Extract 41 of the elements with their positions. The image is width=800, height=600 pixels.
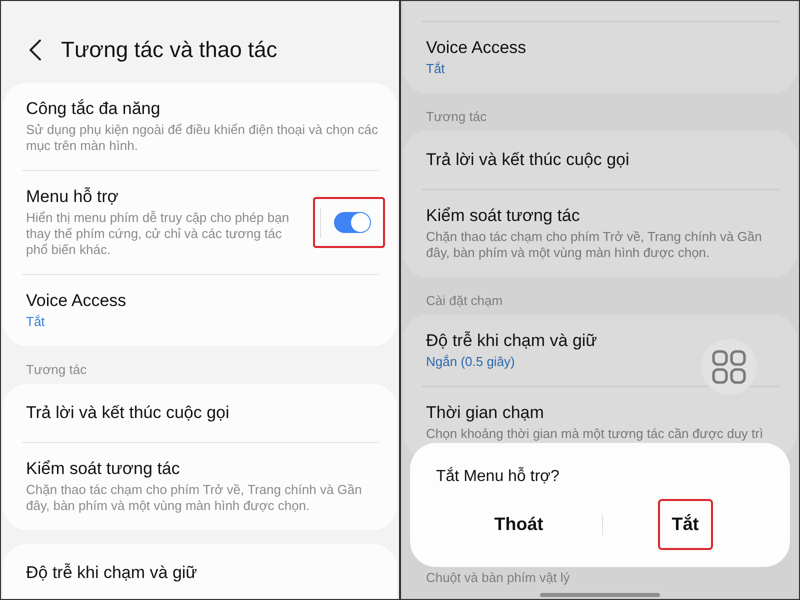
setting-title: Thời gian chạm	[426, 403, 545, 423]
setting-summary: Chọn khoảng thời gian mà một tương tác cần được duy trì	[426, 426, 764, 442]
setting-value: Tắt	[26, 314, 46, 330]
settings-row[interactable]: Công tắc đa năng Sử dụng phụ kiện ngoài để điều khiển điện thoại và chọn các mục trên màn hình.	[22, 83, 379, 170]
dialog-button[interactable]: Thoát	[480, 499, 558, 550]
toggle-switch[interactable]	[334, 212, 371, 233]
settings-row[interactable]: Độ trễ khi chạm và giữ	[22, 544, 379, 599]
setting-summary: Chặn thao tác chạm cho phím Trở về, Trang chính và Gần đây, bàn phím và một vùng màn hình được chọn.	[26, 482, 363, 514]
settings-row[interactable]: Kiểm soát tương tác Chặn thao tác chạm cho phím Trở về, Trang chính và Gần đây, bàn phím và một vùng màn hình được chọn.	[22, 442, 379, 530]
setting-title: Menu hỗ trợ	[26, 187, 120, 207]
setting-summary: Sử dụng phụ kiện ngoài để điều khiển điện thoại và chọn các mục trên màn hình.	[26, 122, 379, 154]
setting-title: Kiểm soát tương tác	[26, 459, 181, 479]
setting-value: Ngắn (0.5 giây)	[426, 354, 516, 370]
screen-title: Tương tác và thao tác	[61, 36, 278, 64]
setting-title: Voice Access	[26, 291, 128, 311]
setting-title: Voice Access	[426, 38, 528, 58]
setting-summary: Hiển thị menu phím dễ truy cập cho phép bạn thay thế phím cứng, cử chỉ và các tương tác phổ biến khác.	[26, 210, 290, 258]
setting-title: Trả lời và kết thúc cuộc gọi	[426, 150, 630, 170]
setting-title: Độ trễ khi chạm và giữ	[426, 331, 598, 351]
settings-row[interactable]: Menu hỗ trợ Hiển thị menu phím dễ truy cập cho phép bạn thay thế phím cứng, cử chỉ và các tương tác phổ biến khác.	[22, 170, 379, 274]
four-squares-icon	[712, 350, 746, 384]
setting-value: Tắt	[426, 61, 446, 77]
section-label: Cài đặt chạm	[426, 293, 503, 309]
dialog-button[interactable]: Tắt	[658, 499, 713, 550]
settings-row[interactable]: Trả lời và kết thúc cuộc gọi	[22, 384, 379, 442]
setting-title: Độ trễ khi chạm và giữ	[26, 563, 198, 583]
settings-row[interactable]: Voice Access Tắt	[22, 274, 379, 346]
back-button[interactable]	[28, 39, 42, 61]
settings-row[interactable]: Voice Access Tắt	[422, 21, 779, 93]
dialog-title: Tắt Menu hỗ trợ?	[436, 467, 560, 487]
setting-title: Kiểm soát tương tác	[426, 206, 581, 226]
section-label: Tương tác	[426, 109, 487, 125]
setting-summary: Chặn thao tác chạm cho phím Trở về, Trang chính và Gần đây, bàn phím và một vùng màn hình được chọn.	[426, 229, 763, 261]
settings-row[interactable]: Trả lời và kết thúc cuộc gọi	[422, 131, 779, 189]
section-label: Tương tác	[26, 362, 87, 378]
section-label: Chuột và bàn phím vật lý	[426, 569, 570, 586]
settings-row[interactable]: Kiểm soát tương tác Chặn thao tác chạm cho phím Trở về, Trang chính và Gần đây, bàn phím và một vùng màn hình được chọn.	[422, 189, 779, 277]
setting-title: Công tắc đa năng	[26, 99, 162, 119]
back-icon	[28, 39, 42, 61]
settings-row[interactable]: Độ trễ khi chạm và giữ Ngắn (0.5 giây)	[422, 315, 779, 386]
setting-title: Trả lời và kết thúc cuộc gọi	[26, 403, 230, 423]
